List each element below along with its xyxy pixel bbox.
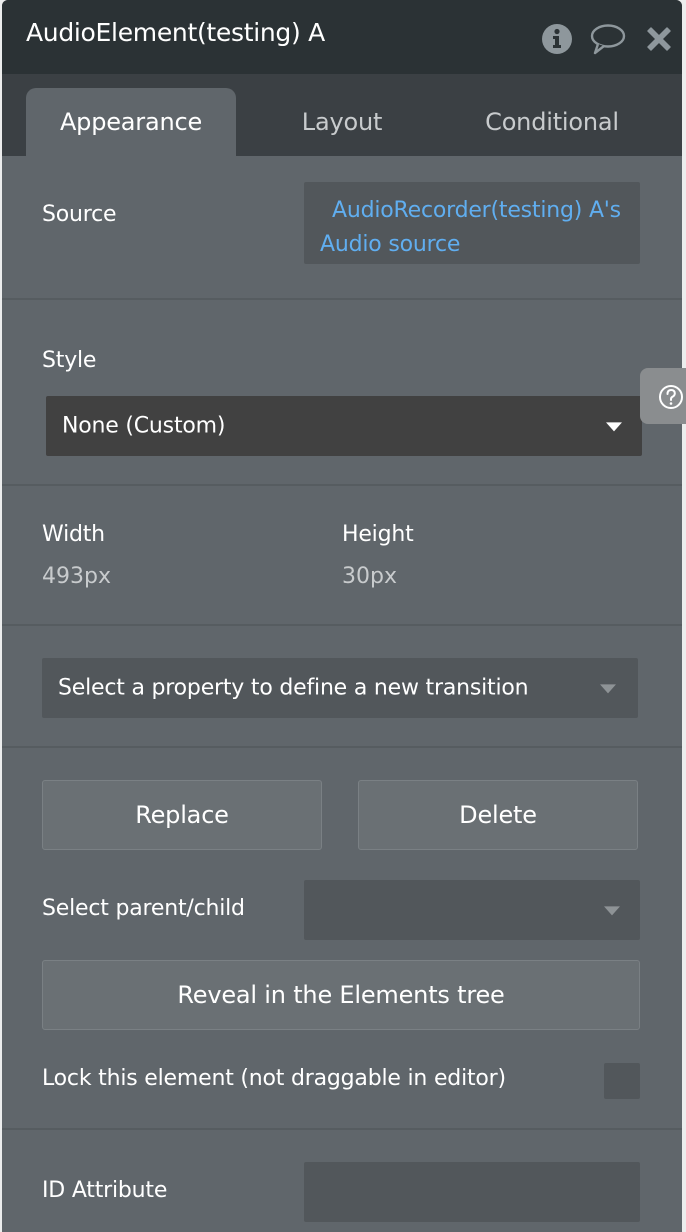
transition-section: Select a property to define a new transi… <box>2 626 682 748</box>
property-editor-panel: AudioElement(testing) A Appearance Layou… <box>2 0 682 1232</box>
transition-property-dropdown[interactable]: Select a property to define a new transi… <box>42 658 638 718</box>
tab-appearance[interactable]: Appearance <box>26 88 236 156</box>
source-value-line2: Audio source <box>320 232 461 257</box>
panel-header: AudioElement(testing) A <box>2 0 682 74</box>
tab-conditional[interactable]: Conditional <box>452 88 652 156</box>
width-label: Width <box>42 522 105 547</box>
transition-placeholder: Select a property to define a new transi… <box>58 675 529 701</box>
style-selected-value: None (Custom) <box>62 413 226 439</box>
info-icon[interactable] <box>540 22 574 56</box>
height-value: 30px <box>342 564 397 589</box>
comment-icon[interactable] <box>588 22 628 56</box>
style-label: Style <box>42 348 97 373</box>
source-section: Source AudioRecorder(testing) A's Audio … <box>2 156 682 300</box>
chevron-down-icon <box>606 422 622 432</box>
lock-element-label: Lock this element (not draggable in edit… <box>42 1066 506 1091</box>
chevron-down-icon <box>604 906 620 916</box>
parent-child-label: Select parent/child <box>42 896 245 921</box>
help-button[interactable] <box>640 368 686 424</box>
lock-element-checkbox[interactable] <box>604 1063 640 1099</box>
help-icon <box>659 385 683 409</box>
width-value: 493px <box>42 564 111 589</box>
tab-layout[interactable]: Layout <box>252 88 432 156</box>
id-attribute-input[interactable] <box>304 1162 640 1222</box>
dimensions-section: Width 493px Height 30px <box>2 486 682 626</box>
source-expression-field[interactable]: AudioRecorder(testing) A's Audio source <box>304 182 640 264</box>
reveal-in-elements-tree-button[interactable]: Reveal in the Elements tree <box>42 960 640 1030</box>
close-icon[interactable] <box>642 22 676 56</box>
parent-child-dropdown[interactable] <box>304 880 640 940</box>
source-value-line1: AudioRecorder(testing) A's <box>332 198 621 223</box>
replace-button[interactable]: Replace <box>42 780 322 850</box>
element-title: AudioElement(testing) A <box>26 18 325 47</box>
style-dropdown[interactable]: None (Custom) <box>46 396 642 456</box>
chevron-down-icon <box>600 684 616 694</box>
actions-section: Replace Delete Select parent/child Revea… <box>2 748 682 1130</box>
source-label: Source <box>42 202 117 227</box>
id-attribute-label: ID Attribute <box>42 1178 168 1203</box>
height-label: Height <box>342 522 414 547</box>
style-section: Style None (Custom) <box>2 300 682 486</box>
delete-button[interactable]: Delete <box>358 780 638 850</box>
tab-bar: Appearance Layout Conditional <box>2 74 682 156</box>
